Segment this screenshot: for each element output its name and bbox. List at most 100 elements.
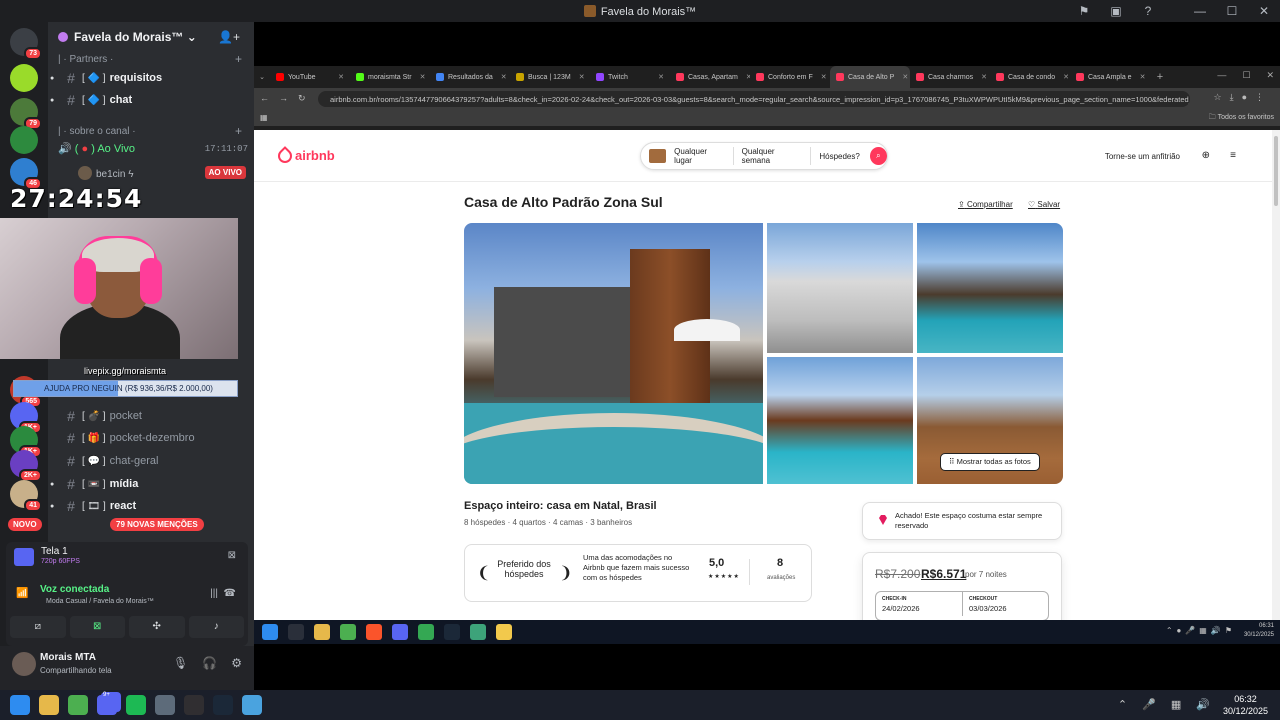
close-tab-icon[interactable]: ✕ (497, 73, 507, 81)
bookmark-star-icon[interactable]: ☆ (1214, 92, 1230, 102)
search-when[interactable]: Qualquer semana (734, 147, 812, 165)
monitor-icon[interactable]: ▣ (1100, 4, 1132, 18)
folder-icon[interactable] (39, 695, 59, 715)
channel-pocket-dezembro[interactable]: # [ 🎁 ] pocket-dezembro (58, 428, 248, 448)
globe-icon[interactable]: ⊕ (1202, 150, 1210, 161)
browser-tab[interactable]: Casa de condo ✕ (990, 66, 1070, 88)
disconnect-icon[interactable]: ☎ (224, 588, 236, 599)
photo-2[interactable] (767, 223, 913, 353)
browser-tab[interactable]: moraismta Str ✕ (350, 66, 430, 88)
browser-tab[interactable]: Conforto em F ✕ (750, 66, 830, 88)
new-tab-icon[interactable]: + (1150, 71, 1170, 83)
photo-3[interactable] (917, 223, 1063, 353)
close-tab-icon[interactable]: ✕ (654, 73, 664, 81)
close-tab-icon[interactable]: ✕ (575, 73, 585, 81)
server-name[interactable]: Favela do Morais™ ⌄ (58, 30, 197, 44)
server-icon[interactable]: 41 (10, 480, 42, 512)
browser-tab[interactable]: Casa Ampla e ✕ (1070, 66, 1150, 88)
add-channel-icon[interactable]: + (235, 124, 242, 138)
stop-share-icon[interactable]: ⊠ (228, 550, 236, 561)
category-partners[interactable]: | · Partners · (58, 54, 113, 65)
close-tab-icon[interactable]: ✕ (898, 73, 908, 81)
maximize-icon[interactable]: ☐ (1242, 70, 1250, 81)
page-scrollbar[interactable] (1272, 130, 1280, 620)
browser-tab[interactable]: Casa charmos ✕ (910, 66, 990, 88)
date-picker[interactable]: CHECK-IN 24/02/2026 CHECKOUT 03/03/2026 (875, 591, 1049, 620)
discord-icon[interactable]: 9+ (97, 692, 121, 715)
close-tab-icon[interactable]: ✕ (416, 73, 426, 81)
settings-icon[interactable] (155, 695, 175, 715)
price-discounted[interactable]: R$6.571 (921, 567, 966, 581)
server-icon[interactable]: 46 (10, 158, 42, 190)
soundboard-button[interactable]: ♪ (188, 616, 244, 638)
share-button[interactable]: ⇪ Compartilhar (958, 200, 1013, 209)
minimize-icon[interactable]: — (1217, 70, 1226, 81)
more-menu-icon[interactable]: ⋮ (1255, 92, 1272, 102)
close-tab-icon[interactable]: ✕ (1136, 73, 1146, 81)
chrome-icon[interactable] (418, 624, 434, 640)
download-icon[interactable]: ⤓ (1230, 92, 1242, 102)
channel-chat-geral[interactable]: # [ 💬 ] chat-geral (58, 451, 248, 471)
live-user[interactable]: be1cin ϟ (78, 166, 134, 180)
reviews-label[interactable]: avaliações (767, 575, 795, 581)
search-icon[interactable] (288, 624, 304, 640)
channel-chat[interactable]: ● # [ 🔷 ] chat (50, 90, 248, 110)
become-host-link[interactable]: Torne-se um anfitrião (1105, 152, 1180, 161)
discord-icon[interactable] (392, 624, 408, 640)
airbnb-searchbar[interactable]: Qualquer lugar Qualquer semana Hóspedes?… (640, 142, 888, 170)
chrome-icon[interactable] (68, 695, 88, 715)
user-name[interactable]: Morais MTA (40, 652, 96, 663)
chrome-icon[interactable] (340, 624, 356, 640)
new-pill[interactable]: NOVO (8, 518, 42, 531)
close-tab-icon[interactable]: ✕ (742, 73, 750, 81)
avatar[interactable] (12, 652, 36, 676)
close-tab-icon[interactable]: ✕ (817, 73, 827, 81)
forward-icon[interactable]: → (279, 93, 298, 103)
minimize-icon[interactable]: — (1184, 4, 1216, 18)
browser-tab[interactable]: Busca | 123M ✕ (510, 66, 590, 88)
mentions-pill[interactable]: 79 NOVAS MENÇÕES (110, 518, 204, 531)
windows-start-icon[interactable] (262, 624, 278, 640)
browser-tab[interactable]: Casa de Alto P ✕ (830, 66, 910, 88)
noise-icon[interactable]: ||| (210, 588, 218, 599)
settings-gear-icon[interactable]: ⚙ (231, 656, 242, 670)
maximize-icon[interactable]: ☐ (1216, 4, 1248, 18)
apps-grid-icon[interactable]: ▦ (260, 113, 268, 122)
inbox-icon[interactable]: ⚑ (1068, 4, 1100, 18)
back-icon[interactable]: ← (260, 93, 279, 103)
close-tab-icon[interactable]: ✕ (977, 73, 987, 81)
search-icon[interactable]: ⌕ (869, 147, 887, 165)
server-icon[interactable]: 73 (10, 28, 42, 60)
close-icon[interactable]: ✕ (1266, 70, 1274, 81)
windows-start-icon[interactable] (10, 695, 30, 715)
reload-icon[interactable]: ↻ (298, 93, 316, 103)
channel-pocket[interactable]: # [ 💣 ] pocket (58, 406, 248, 426)
server-icon[interactable] (10, 64, 38, 92)
close-tab-icon[interactable]: ✕ (1059, 73, 1069, 81)
screen-share-button[interactable]: ⊠ (69, 616, 125, 638)
browser-tab[interactable]: YouTube ✕ (270, 66, 350, 88)
reviews-count[interactable]: 8 (777, 557, 783, 569)
app-icon[interactable] (470, 624, 486, 640)
voice-channel-ao-vivo[interactable]: 🔊 ( ● ) Ao Vivo 17:11:07 (58, 142, 248, 155)
tab-search-icon[interactable]: ⌄ (254, 73, 270, 81)
steam-icon[interactable] (213, 695, 233, 715)
server-icon[interactable] (10, 126, 38, 154)
url-field[interactable]: airbnb.com.br/rooms/1357447790664379257?… (318, 91, 1190, 107)
profile-icon[interactable]: ● (1242, 92, 1255, 102)
photo-main[interactable] (464, 223, 763, 484)
brave-icon[interactable] (366, 624, 382, 640)
channel-react[interactable]: ● # [ 🎞 ] react (50, 496, 248, 516)
server-icon[interactable]: 79 (10, 98, 42, 130)
app-icon[interactable] (496, 624, 512, 640)
scrollbar-thumb[interactable] (1274, 136, 1278, 206)
show-all-photos-button[interactable]: ⠿ Mostrar todas as fotos (940, 453, 1040, 471)
spotify-icon[interactable] (126, 695, 146, 715)
channel-mídia[interactable]: ● # [ 📼 ] mídia (50, 474, 248, 494)
obs-icon[interactable] (184, 695, 204, 715)
hamburger-menu-icon[interactable]: ≡ (1230, 150, 1236, 161)
invite-people-icon[interactable]: 👤+ (218, 30, 240, 44)
checkin-field[interactable]: CHECK-IN 24/02/2026 (876, 592, 963, 616)
help-icon[interactable]: ? (1132, 4, 1164, 18)
browser-tab[interactable]: Resultados da ✕ (430, 66, 510, 88)
